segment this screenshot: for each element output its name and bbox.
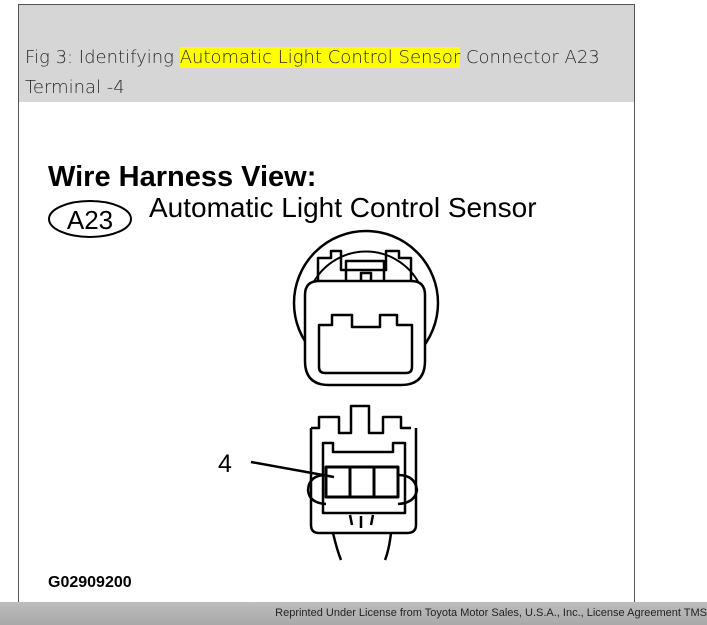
figure-id: G02909200 <box>48 574 132 591</box>
sensor-connector-drawing <box>292 229 440 387</box>
sensor-latch <box>316 249 413 281</box>
harness-wire-right <box>383 532 393 561</box>
harness-clip-right <box>397 473 419 506</box>
harness-connector-drawing <box>306 404 419 561</box>
terminal-label: 4 <box>218 450 232 478</box>
footer-bar: Reprinted Under License from Toyota Moto… <box>0 602 707 625</box>
harness-latch <box>311 404 411 435</box>
harness-wire-strands <box>348 514 375 528</box>
wire-harness-diagram: Wire Harness View: A23 Automatic Light C… <box>48 161 537 591</box>
figure-card: Fig 3: Identifying Automatic Light Contr… <box>18 4 635 604</box>
harness-wire-left <box>331 532 343 561</box>
terminal-block <box>324 465 400 499</box>
license-notice: Reprinted Under License from Toyota Moto… <box>275 607 707 619</box>
view-title: Wire Harness View: <box>48 161 316 193</box>
connector-code: A23 <box>67 205 113 235</box>
connector-name: Automatic Light Control Sensor <box>149 192 537 223</box>
terminal-pointer-line <box>250 460 335 479</box>
sensor-housing <box>303 279 427 387</box>
